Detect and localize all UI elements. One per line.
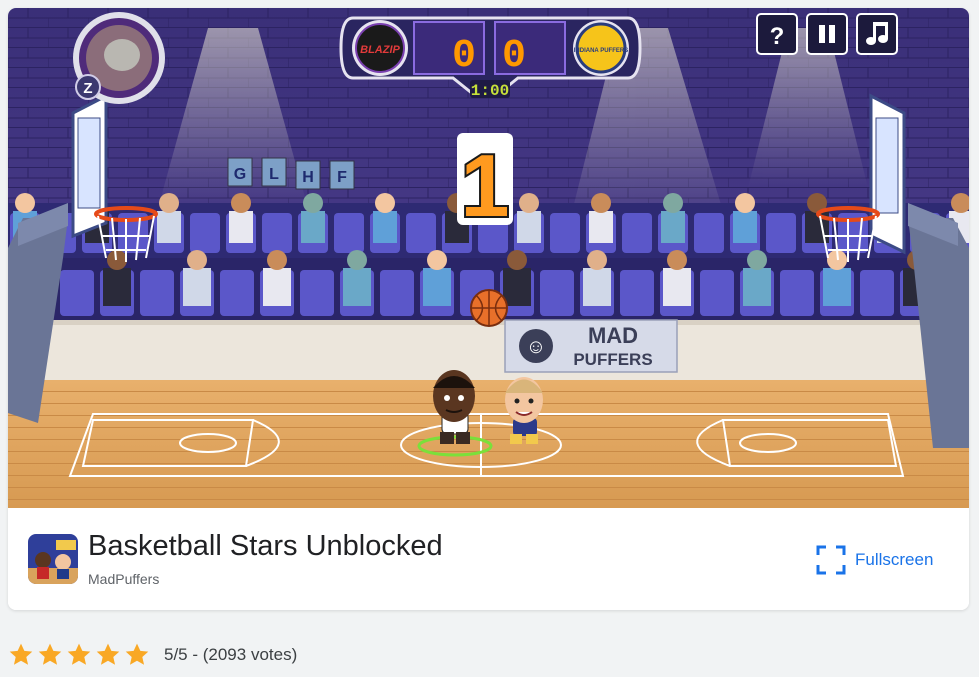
fullscreen-label: Fullscreen [855,550,934,569]
score-home: 0 [452,34,476,79]
crowd-sign-4: F [337,169,347,186]
game-canvas[interactable]: G L H F ☺ MAD PUFFERS 1 Z BLAZIP INDIANA… [8,8,969,508]
pause-button[interactable] [806,13,848,55]
score-away: 0 [502,34,526,79]
player-badge: Z [83,80,92,97]
star-rating[interactable] [8,642,150,668]
game-card: G L H F ☺ MAD PUFFERS 1 Z BLAZIP INDIANA… [8,8,969,610]
help-button[interactable]: ? [756,13,798,55]
fullscreen-button[interactable]: Fullscreen [816,545,933,575]
game-publisher[interactable]: MadPuffers [88,571,159,587]
crowd-sign-1: G [234,166,246,183]
svg-text:☺: ☺ [526,336,546,358]
player-avatar: Z [73,12,165,104]
team-away-logo: INDIANA PUFFERS [574,48,628,54]
star-icon[interactable] [37,642,63,668]
game-thumbnail[interactable] [28,534,78,584]
fullscreen-icon [816,545,846,575]
banner-line-2: PUFFERS [573,350,652,369]
rating: 5/5 - (2093 votes) [8,641,297,669]
crowd-sign-3: H [302,169,314,186]
banner-line-1: MAD [588,323,638,348]
game-timer: 1:00 [471,82,509,100]
star-icon[interactable] [66,642,92,668]
star-icon[interactable] [95,642,121,668]
team-home-logo: BLAZIP [360,44,400,56]
game-title: Basketball Stars Unblocked [88,530,443,562]
star-icon[interactable] [124,642,150,668]
music-button[interactable] [856,13,898,55]
sponsor-banner: ☺ MAD PUFFERS [504,319,678,373]
rating-text: 5/5 - (2093 votes) [164,645,298,664]
crowd-sign-2: L [269,166,279,183]
game-info-bar: Basketball Stars Unblocked MadPuffers Fu… [8,508,969,610]
countdown-number: 1 [461,136,510,235]
help-icon: ? [770,23,785,50]
star-icon[interactable] [8,642,34,668]
countdown: 1 [457,133,513,237]
basketball [470,289,508,327]
